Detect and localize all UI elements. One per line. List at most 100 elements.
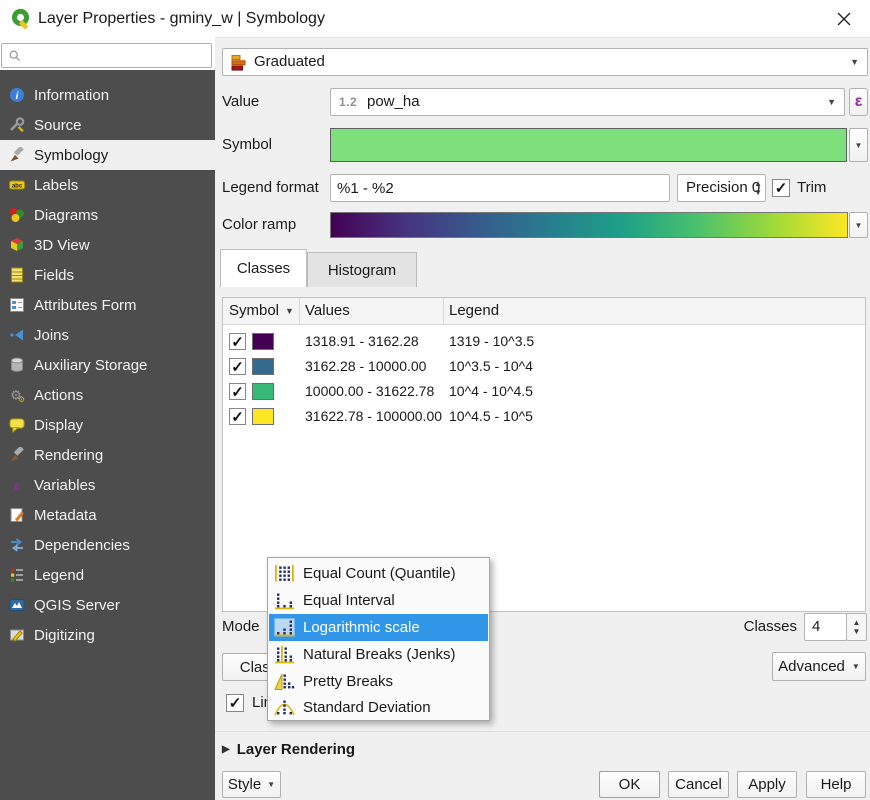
column-divider (443, 298, 444, 324)
class-values: 3162.28 - 10000.00 (305, 354, 426, 379)
tab-histogram[interactable]: Histogram (307, 252, 417, 287)
sidebar-item-joins[interactable]: Joins (0, 320, 215, 350)
sidebar-item-rendering[interactable]: Rendering (0, 440, 215, 470)
window-title: Layer Properties - gminy_w | Symbology (38, 0, 325, 37)
precision-value: Precision 0 (686, 175, 760, 201)
sidebar-item-dependencies[interactable]: Dependencies (0, 530, 215, 560)
class-row[interactable]: ✓ 1318.91 - 3162.28 1319 - 10^3.5 (223, 329, 865, 354)
sidebar-item-legend[interactable]: Legend (0, 560, 215, 590)
symbol-preview[interactable] (330, 128, 847, 162)
layer-rendering-label: Layer Rendering (237, 741, 355, 758)
menu-item-equal-interval[interactable]: Equal Interval (269, 587, 488, 614)
equal-interval-icon (274, 591, 295, 610)
gears-icon: ⚙⚙ (8, 387, 25, 404)
renderer-combo[interactable]: Graduated ▼ (222, 48, 868, 76)
apply-button[interactable]: Apply (737, 771, 797, 798)
chevron-down-icon: ▼ (855, 141, 863, 150)
class-row[interactable]: ✓ 3162.28 - 10000.00 10^3.5 - 10^4 (223, 354, 865, 379)
sidebar-item-labels[interactable]: abc Labels (0, 170, 215, 200)
classes-spinbox[interactable]: 4 (804, 613, 847, 641)
column-header-legend[interactable]: Legend (449, 298, 499, 324)
sidebar-item-display[interactable]: Display (0, 410, 215, 440)
menu-item-logarithmic-scale[interactable]: Logarithmic scale (269, 614, 488, 641)
legend-format-input[interactable] (330, 174, 670, 202)
sidebar-item-variables[interactable]: ε Variables (0, 470, 215, 500)
sidebar-item-attributes-form[interactable]: Attributes Form (0, 290, 215, 320)
value-field-name: pow_ha (367, 89, 420, 115)
advanced-button[interactable]: Advanced ▼ (772, 652, 866, 681)
tab-classes[interactable]: Classes (220, 249, 307, 287)
section-divider (215, 731, 870, 732)
chevron-down-icon: ▼ (850, 49, 859, 75)
legend-format-value[interactable] (331, 175, 669, 201)
menu-item-natural-breaks[interactable]: Natural Breaks (Jenks) (269, 641, 488, 668)
column-header-symbol[interactable]: Symbol (229, 298, 279, 324)
cancel-button[interactable]: Cancel (668, 771, 729, 798)
sidebar-item-fields[interactable]: Fields (0, 260, 215, 290)
abc-tag-icon: abc (8, 177, 25, 194)
trim-checkbox[interactable]: ✓ (772, 179, 790, 197)
chevron-down-icon: ▼ (267, 780, 275, 789)
color-ramp-preview[interactable] (330, 212, 848, 238)
sidebar-item-metadata[interactable]: Metadata (0, 500, 215, 530)
table-header: Symbol ▼ Values Legend (223, 298, 865, 325)
ok-label: OK (619, 776, 641, 793)
search-input[interactable] (1, 43, 212, 68)
menu-item-pretty-breaks[interactable]: Pretty Breaks (269, 668, 488, 695)
sidebar-item-digitizing[interactable]: Digitizing (0, 620, 215, 650)
class-row[interactable]: ✓ 31622.78 - 100000.00 10^4.5 - 10^5 (223, 404, 865, 429)
renderer-value: Graduated (254, 49, 325, 75)
brush-icon (8, 447, 25, 464)
menu-item-label: Pretty Breaks (303, 673, 393, 690)
class-color-swatch[interactable] (252, 358, 274, 375)
spinner-arrows-icon[interactable]: ▲▼ (754, 175, 762, 201)
chevron-down-icon: ▼ (855, 221, 863, 230)
sort-indicator-icon: ▼ (285, 298, 294, 324)
form-icon (8, 297, 25, 314)
style-button[interactable]: Style ▼ (222, 771, 281, 798)
color-ramp-dropdown-button[interactable]: ▼ (849, 212, 868, 238)
sidebar-item-qgis-server[interactable]: QGIS Server (0, 590, 215, 620)
sidebar-item-label: Attributes Form (34, 297, 137, 314)
class-color-swatch[interactable] (252, 408, 274, 425)
classes-spinner[interactable]: ▲▼ (846, 613, 867, 641)
cancel-label: Cancel (675, 776, 722, 793)
sidebar-item-source[interactable]: Source (0, 110, 215, 140)
sidebar-item-information[interactable]: i Information (0, 80, 215, 110)
class-values: 31622.78 - 100000.00 (305, 404, 442, 429)
class-legend: 10^4 - 10^4.5 (449, 379, 533, 404)
symbol-label: Symbol (222, 131, 272, 159)
class-legend: 10^4.5 - 10^5 (449, 404, 533, 429)
value-field-combo[interactable]: 1.2 pow_ha ▼ (330, 88, 845, 116)
sidebar-item-auxiliary-storage[interactable]: Auxiliary Storage (0, 350, 215, 380)
class-row[interactable]: ✓ 10000.00 - 31622.78 10^4 - 10^4.5 (223, 379, 865, 404)
sidebar-item-3d-view[interactable]: 3D View (0, 230, 215, 260)
class-visibility-checkbox[interactable]: ✓ (229, 358, 246, 375)
menu-item-standard-deviation[interactable]: Standard Deviation (269, 694, 488, 721)
column-header-values[interactable]: Values (305, 298, 350, 324)
sidebar-item-diagrams[interactable]: Diagrams (0, 200, 215, 230)
layer-rendering-expander[interactable]: ▶ Layer Rendering (222, 738, 355, 760)
ok-button[interactable]: OK (599, 771, 660, 798)
class-visibility-checkbox[interactable]: ✓ (229, 408, 246, 425)
class-visibility-checkbox[interactable]: ✓ (229, 333, 246, 350)
symbol-dropdown-button[interactable]: ▼ (849, 128, 868, 162)
expression-builder-button[interactable]: ε (849, 88, 868, 116)
precision-spinbox[interactable]: Precision 0 ▲▼ (677, 174, 766, 202)
apply-label: Apply (748, 776, 786, 793)
class-color-swatch[interactable] (252, 383, 274, 400)
advanced-label: Advanced (778, 658, 845, 675)
search-icon (6, 47, 23, 64)
sidebar-item-label: Symbology (34, 147, 108, 164)
link-boundaries-checkbox[interactable]: ✓ (226, 694, 244, 712)
class-color-swatch[interactable] (252, 333, 274, 350)
close-icon[interactable] (826, 6, 862, 32)
class-visibility-checkbox[interactable]: ✓ (229, 383, 246, 400)
help-button[interactable]: Help (806, 771, 866, 798)
logarithmic-scale-icon (274, 618, 295, 637)
legend-format-label: Legend format (222, 174, 319, 202)
sidebar-item-actions[interactable]: ⚙⚙ Actions (0, 380, 215, 410)
menu-item-equal-count[interactable]: Equal Count (Quantile) (269, 560, 488, 587)
sidebar-item-symbology[interactable]: Symbology (0, 140, 215, 170)
decimal-type-icon: 1.2 (339, 89, 357, 115)
